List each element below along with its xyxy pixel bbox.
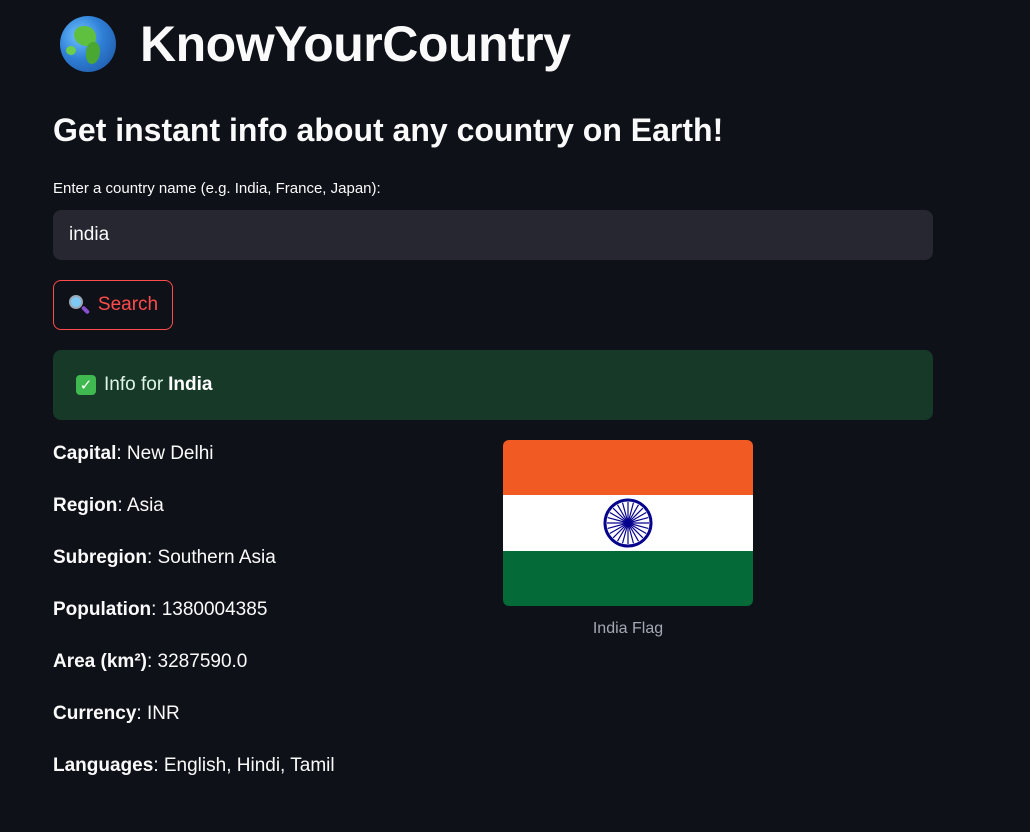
fact-area: Area (km²): 3287590.0 [53,651,248,672]
flag-white-band [503,495,753,551]
india-flag-image [503,440,753,606]
fact-region: Region: Asia [53,495,164,516]
flag-caption: India Flag [592,620,664,637]
app: KnowYourCountry Get instant info about a… [0,0,1030,832]
magnifier-icon [68,294,90,316]
ashoka-chakra-icon [603,498,653,548]
success-country: India [168,374,213,395]
app-title: KnowYourCountry [140,16,571,72]
fact-currency: Currency: INR [53,703,180,724]
fact-languages: Languages: English, Hindi, Tamil [53,755,335,776]
flag-green-band [503,550,753,606]
success-alert: ✓ Info for India [53,350,933,420]
page-subtitle: Get instant info about any country on Ea… [53,112,724,148]
fact-subregion: Subregion: Southern Asia [53,547,276,568]
flag-figure: India Flag [503,440,753,638]
header: KnowYourCountry [60,12,571,76]
search-button[interactable]: Search [53,280,173,330]
fact-capital: Capital: New Delhi [53,443,214,464]
country-search-input[interactable] [53,210,933,260]
fact-population: Population: 1380004385 [53,599,268,620]
country-input-label: Enter a country name (e.g. India, France… [53,180,381,197]
success-prefix: Info for [104,374,164,395]
check-icon: ✓ [76,375,96,395]
globe-icon [60,16,116,72]
flag-saffron-band [503,440,753,496]
search-button-label: Search [97,294,159,315]
